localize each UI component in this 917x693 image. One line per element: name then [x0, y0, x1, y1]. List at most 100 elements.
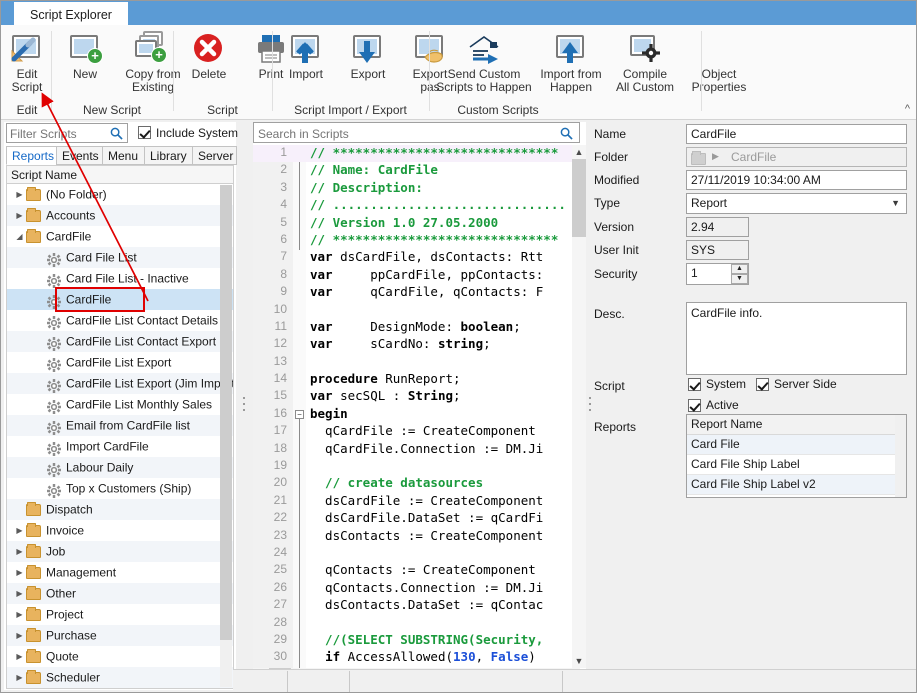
code-line[interactable]: 12var sCardNo: string; — [253, 336, 580, 353]
new-button[interactable]: + New — [54, 27, 116, 97]
tree-script-row[interactable]: Labour Daily — [7, 457, 233, 478]
version-field[interactable]: 2.94 — [686, 217, 749, 237]
tab-events[interactable]: Events — [56, 146, 103, 165]
code-line[interactable]: 10 — [253, 302, 580, 319]
code-line[interactable]: 21 dsCardFile := CreateComponent — [253, 493, 580, 510]
modified-field[interactable]: 27/11/2019 10:34:00 AM — [686, 170, 907, 190]
chevron-up-icon[interactable]: ^ — [905, 103, 910, 115]
tree-folder-row[interactable]: ▶Management — [7, 562, 233, 583]
tree-expander-icon[interactable]: ▶ — [13, 667, 26, 688]
tree-folder-row[interactable]: ▶Purchase — [7, 625, 233, 646]
server-side-check-icon[interactable] — [756, 378, 769, 391]
delete-button[interactable]: Delete — [178, 27, 240, 97]
code-line[interactable]: 26 qContacts.Connection := DM.Ji — [253, 580, 580, 597]
search-in-scripts-box[interactable] — [253, 122, 580, 143]
object-properties-button[interactable]: ObjectProperties — [682, 27, 756, 97]
code-line[interactable]: 1// ****************************** — [253, 145, 580, 162]
spinner-down-icon[interactable]: ▼ — [731, 274, 748, 284]
code-text-area[interactable]: − − 1// ******************************2/… — [253, 145, 580, 668]
code-line[interactable]: 2// Name: CardFile — [253, 162, 580, 179]
code-line[interactable]: 23 dsContacts := CreateComponent — [253, 528, 580, 545]
search-icon[interactable] — [560, 127, 573, 140]
code-line[interactable]: 5// Version 1.0 27.05.2000 — [253, 215, 580, 232]
code-line[interactable]: 9var qCardFile, qContacts: F — [253, 284, 580, 301]
code-line[interactable]: 25 qContacts := CreateComponent — [253, 562, 580, 579]
tree-scrollbar-thumb[interactable] — [220, 185, 232, 640]
tab-menu[interactable]: Menu — [102, 146, 145, 165]
code-vscroll-thumb[interactable] — [572, 159, 586, 237]
code-line[interactable]: 8var ppCardFile, ppContacts: — [253, 267, 580, 284]
tree-expander-icon[interactable]: ▶ — [13, 541, 26, 562]
reports-grid-scrollbar[interactable] — [895, 415, 906, 497]
desc-field[interactable]: CardFile info. — [686, 302, 907, 375]
folder-field[interactable]: CardFile — [686, 147, 907, 167]
tree-folder-row[interactable]: Dispatch — [7, 499, 233, 520]
code-line[interactable]: 30 if AccessAllowed(130, False) — [253, 649, 580, 666]
tree-folder-row[interactable]: ▶Scheduler — [7, 667, 233, 688]
code-line[interactable]: 29 //(SELECT SUBSTRING(Security, — [253, 632, 580, 649]
splitter-left[interactable] — [240, 122, 248, 690]
splitter-right[interactable] — [586, 122, 594, 690]
scroll-up-icon[interactable]: ▲ — [572, 145, 586, 159]
tree-expander-icon[interactable]: ▶ — [13, 184, 26, 205]
tree-expander-icon[interactable]: ▶ — [13, 562, 26, 583]
code-line[interactable]: 7var dsCardFile, dsContacts: Rtt — [253, 249, 580, 266]
code-line[interactable]: 28 — [253, 615, 580, 632]
code-line[interactable]: 11var DesignMode: boolean; — [253, 319, 580, 336]
tree-folder-row[interactable]: ▶(No Folder) — [7, 184, 233, 205]
code-line[interactable]: 19 — [253, 458, 580, 475]
active-check-icon[interactable] — [688, 399, 701, 412]
tree-script-row[interactable]: Card File List — [7, 247, 233, 268]
type-dropdown[interactable]: Report — [686, 193, 907, 214]
code-line[interactable]: 17 qCardFile := CreateComponent — [253, 423, 580, 440]
code-line[interactable]: 18 qCardFile.Connection := DM.Ji — [253, 441, 580, 458]
reports-grid-row[interactable]: Card File Ship Label v2 — [687, 475, 906, 495]
tree-folder-row[interactable]: ▶Other — [7, 583, 233, 604]
include-system-check-icon[interactable] — [138, 126, 151, 139]
filter-scripts-input[interactable] — [10, 126, 106, 141]
server-side-checkbox[interactable]: Server Side — [756, 377, 837, 391]
reports-grid-row[interactable]: Card File v2 — [687, 495, 906, 498]
tree-expander-icon[interactable]: ▶ — [13, 625, 26, 646]
tree-folder-row[interactable]: ▶Accounts — [7, 205, 233, 226]
tree-folder-row[interactable]: ▶Job — [7, 541, 233, 562]
code-line[interactable]: 15var secSQL : String; — [253, 388, 580, 405]
tree-script-row[interactable]: Import CardFile — [7, 436, 233, 457]
code-line[interactable]: 27 dsContacts.DataSet := qContac — [253, 597, 580, 614]
code-line[interactable]: 20 // create datasources — [253, 475, 580, 492]
export-button[interactable]: Export — [337, 27, 399, 97]
tree-folder-row[interactable]: ◢CardFile — [7, 226, 233, 247]
code-line[interactable]: 14procedure RunReport; — [253, 371, 580, 388]
tab-script-explorer[interactable]: Script Explorer — [14, 2, 128, 26]
tree-script-row[interactable]: CardFile List Contact Details — [7, 310, 233, 331]
tree-scrollbar[interactable] — [220, 185, 232, 687]
name-field[interactable]: CardFile — [686, 124, 907, 144]
import-from-happen-button[interactable]: Import fromHappen — [534, 27, 608, 97]
tree-folder-row[interactable]: ▶Quote — [7, 646, 233, 667]
tree-folder-row[interactable]: ▶Project — [7, 604, 233, 625]
send-custom-scripts-button[interactable]: Send CustomScripts to Happen — [434, 27, 534, 97]
code-line[interactable]: 22 dsCardFile.DataSet := qCardFi — [253, 510, 580, 527]
compile-all-custom-button[interactable]: CompileAll Custom — [608, 27, 682, 97]
security-spinner[interactable]: ▲ ▼ — [731, 264, 748, 284]
tree-script-row[interactable]: CardFile List Contact Export — [7, 331, 233, 352]
tree-script-row[interactable]: CardFile List Export — [7, 352, 233, 373]
scroll-down-icon[interactable]: ▼ — [572, 654, 586, 668]
chevron-down-icon[interactable]: ▼ — [891, 198, 900, 208]
tree-script-row[interactable]: Top x Customers (Ship) — [7, 478, 233, 499]
code-line[interactable]: 16begin — [253, 406, 580, 423]
tab-server[interactable]: Server — [192, 146, 237, 165]
code-line[interactable]: 3// Description: — [253, 180, 580, 197]
system-checkbox[interactable]: System — [688, 377, 746, 391]
code-line[interactable]: 13 — [253, 354, 580, 371]
spinner-up-icon[interactable]: ▲ — [731, 264, 748, 274]
search-icon[interactable] — [110, 127, 123, 140]
tab-library[interactable]: Library — [144, 146, 193, 165]
tree-expander-icon[interactable]: ▶ — [13, 520, 26, 541]
search-in-scripts-input[interactable] — [258, 126, 548, 141]
reports-grid[interactable]: Report Name Card FileCard File Ship Labe… — [686, 414, 907, 498]
tree-script-row[interactable]: Email from CardFile list — [7, 415, 233, 436]
tree-expander-icon[interactable]: ▶ — [13, 604, 26, 625]
code-line[interactable]: 4// ............................... — [253, 197, 580, 214]
active-checkbox[interactable]: Active — [688, 398, 739, 412]
